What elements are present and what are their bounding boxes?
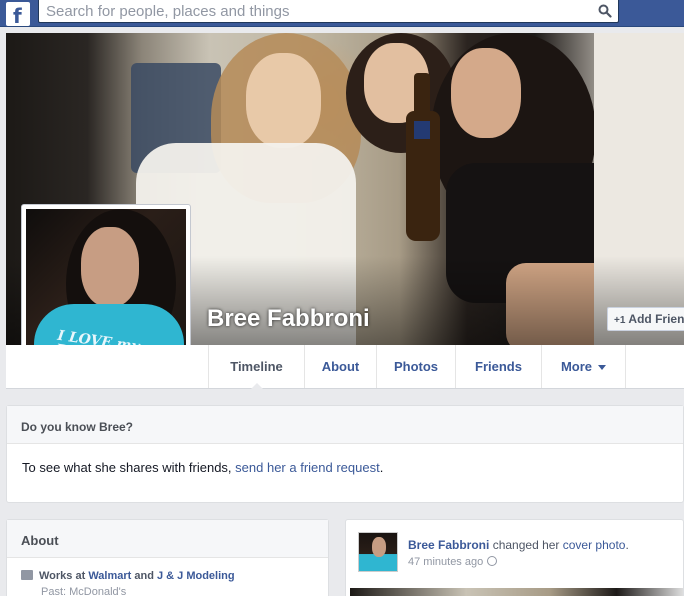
- search-box: [38, 0, 619, 23]
- prompt-heading: Do you know Bree?: [7, 406, 683, 444]
- story-timestamp[interactable]: 47 minutes ago: [408, 556, 498, 568]
- facebook-logo-icon[interactable]: f: [6, 2, 30, 28]
- chevron-down-icon: [598, 365, 607, 371]
- avatar-face: [81, 227, 139, 307]
- globe-icon: [487, 556, 498, 566]
- profile-nav: Timeline About Photos Friends More: [6, 345, 684, 389]
- friend-request-prompt: Do you know Bree? To see what she shares…: [6, 405, 684, 503]
- tab-photos[interactable]: Photos: [376, 345, 455, 388]
- about-section: About Works at Walmart and J & J Modelin…: [6, 519, 329, 596]
- story-photo[interactable]: [350, 588, 683, 596]
- profile-name[interactable]: Bree Fabbroni: [207, 305, 370, 333]
- tab-timeline[interactable]: Timeline: [208, 345, 304, 389]
- add-friend-button[interactable]: +1Add Friend: [607, 307, 684, 331]
- cover-photo-link[interactable]: cover photo: [563, 538, 626, 552]
- tab-friends[interactable]: Friends: [455, 345, 541, 388]
- search-icon[interactable]: [598, 4, 612, 18]
- story-avatar-face: [372, 537, 386, 557]
- add-friend-icon: +1: [614, 315, 626, 326]
- timeline-story: Bree Fabbroni changed her cover photo. 4…: [345, 519, 684, 596]
- employer-walmart-link[interactable]: Walmart: [88, 570, 131, 582]
- tab-more[interactable]: More: [541, 345, 626, 388]
- top-bar: f: [0, 0, 684, 28]
- past-work: Past: McDonald's: [41, 586, 127, 596]
- cover-person-1-face: [246, 53, 321, 148]
- about-heading[interactable]: About: [7, 520, 328, 558]
- search-input[interactable]: [39, 0, 579, 22]
- bottle-label: [414, 121, 430, 139]
- work-info: Works at Walmart and J & J Modeling: [21, 570, 235, 582]
- story-avatar[interactable]: [358, 532, 398, 572]
- story-author-link[interactable]: Bree Fabbroni: [408, 538, 489, 552]
- story-headline: Bree Fabbroni changed her cover photo.: [408, 538, 629, 552]
- send-friend-request-link[interactable]: send her a friend request: [235, 460, 380, 475]
- briefcase-icon: [21, 570, 33, 580]
- prompt-body: To see what she shares with friends, sen…: [22, 460, 384, 475]
- cover-person-3-face: [451, 48, 521, 138]
- employer-jj-modeling-link[interactable]: J & J Modeling: [157, 570, 235, 582]
- tab-about[interactable]: About: [304, 345, 376, 388]
